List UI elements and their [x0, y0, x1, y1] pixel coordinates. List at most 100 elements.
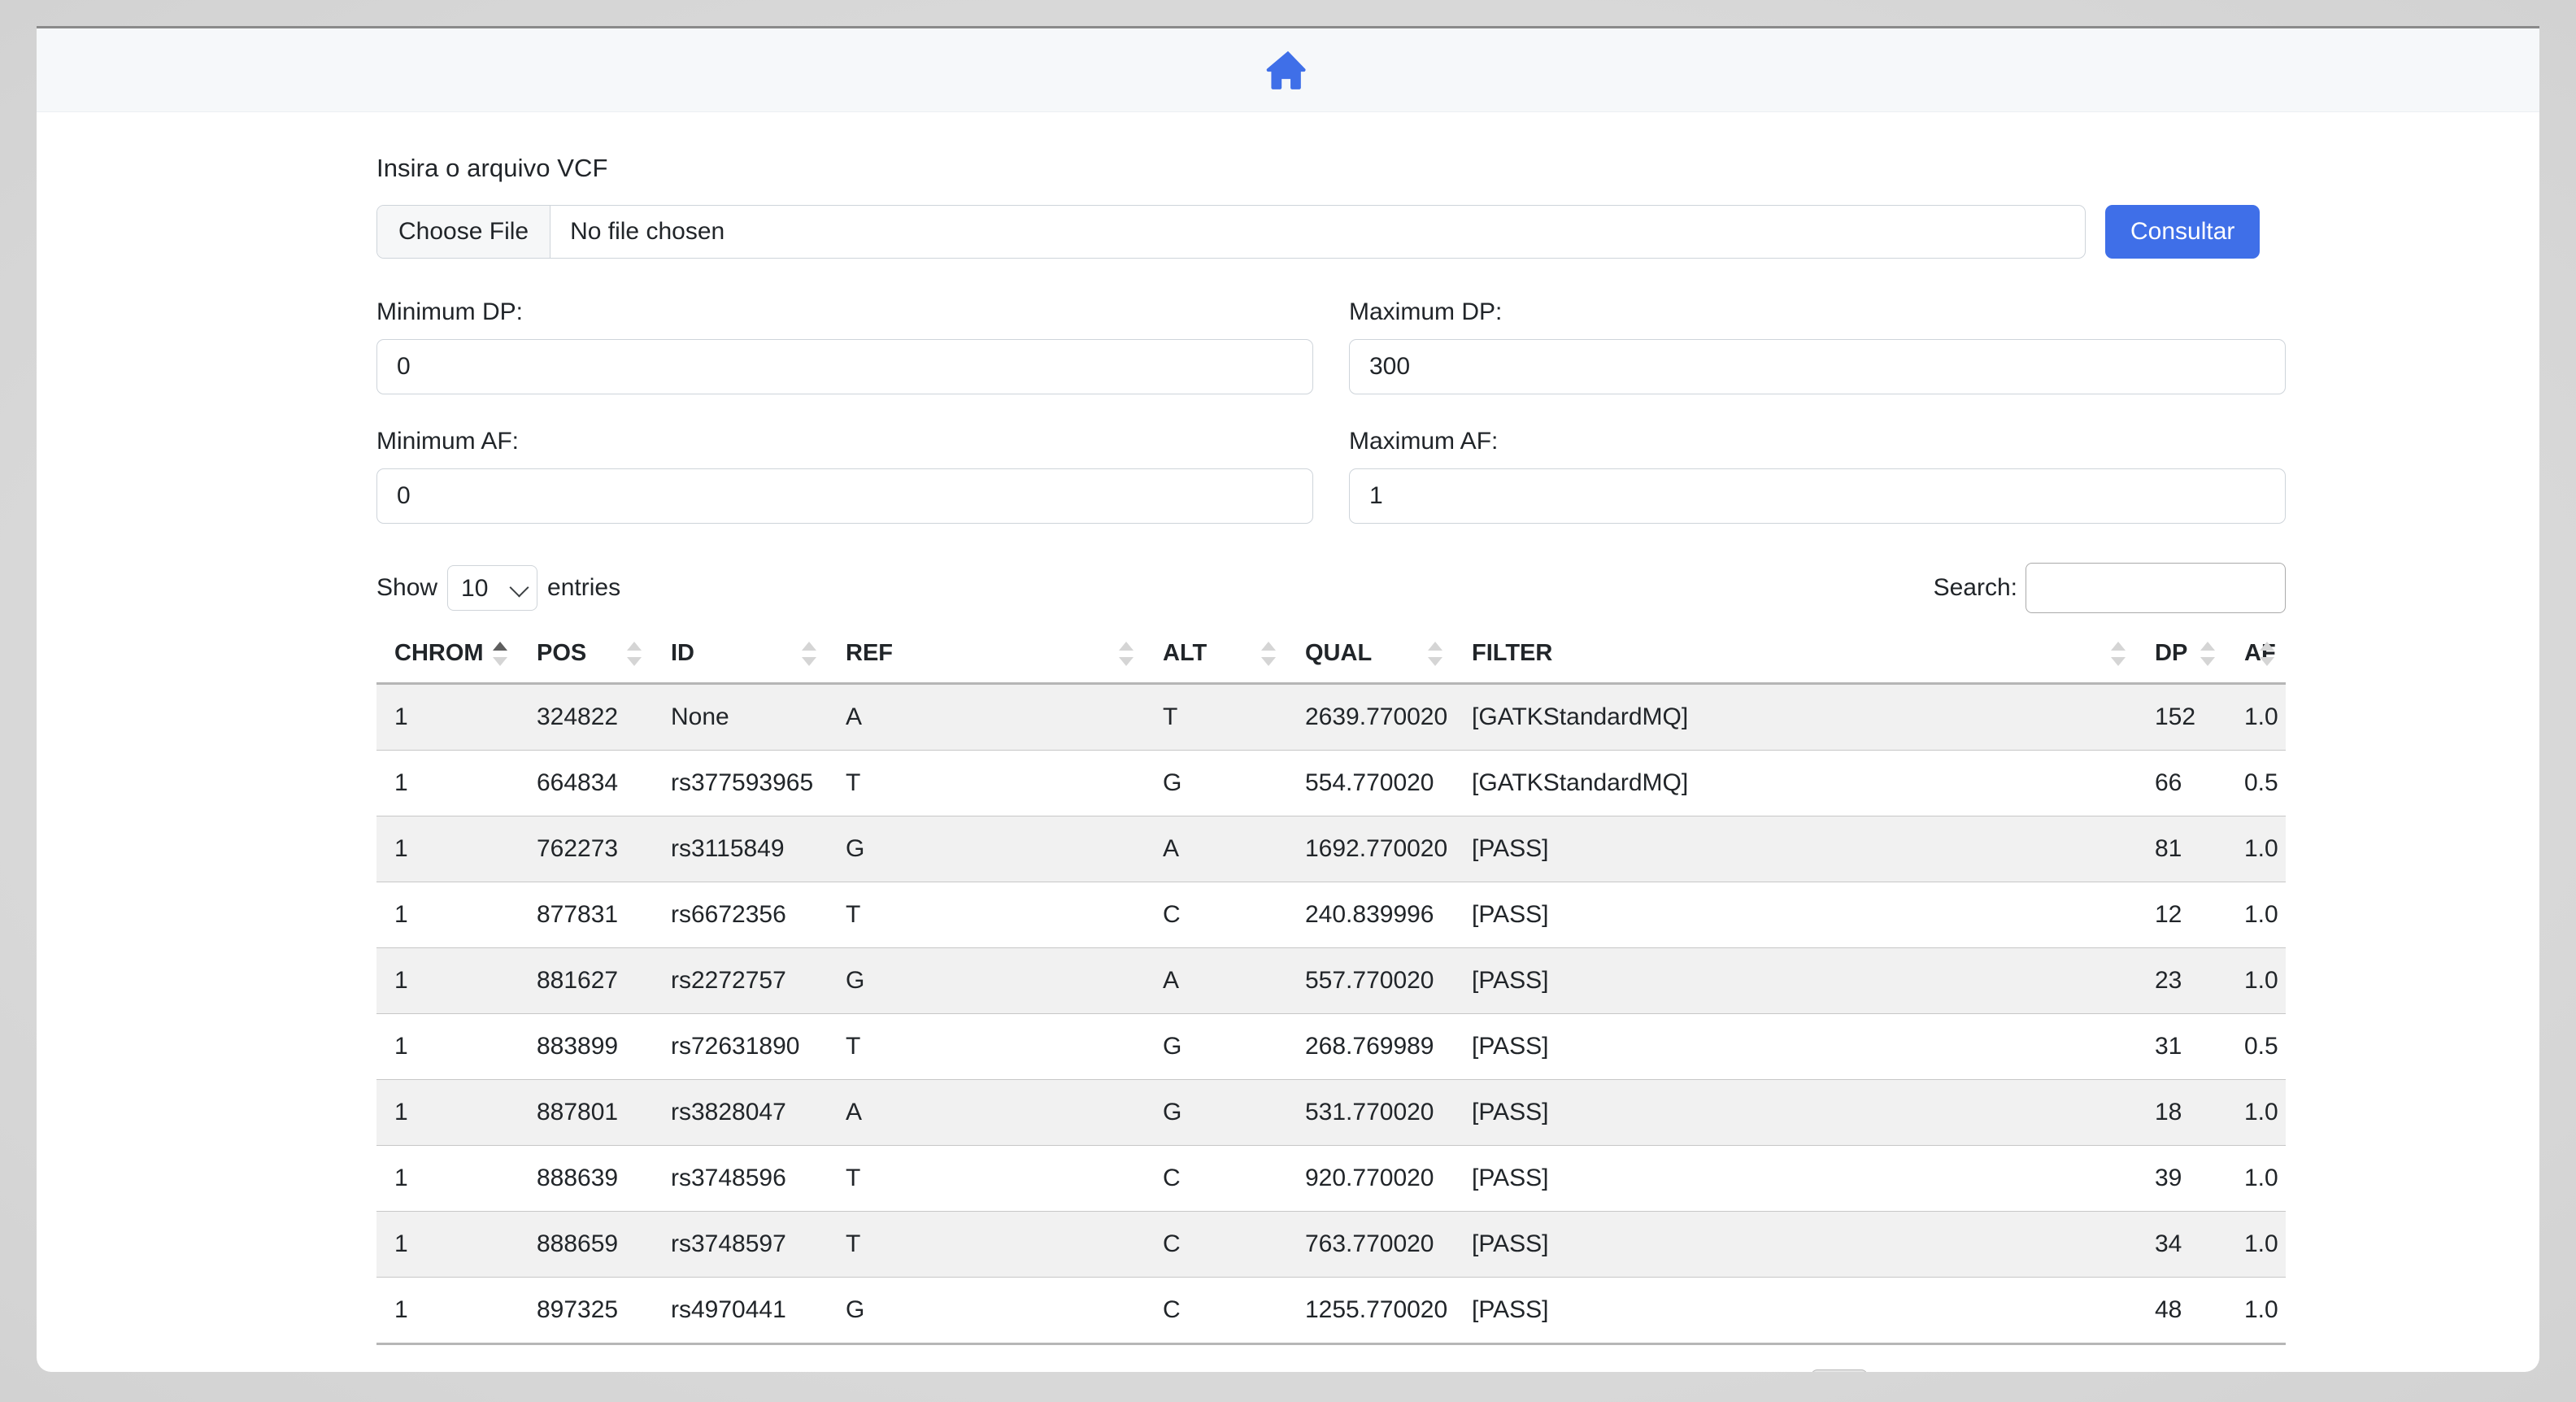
table-row[interactable]: 1 877831 rs6672356 T C 240.839996 [PASS] 12 1.0 [376, 882, 2286, 949]
cell-id: rs3748596 [653, 1145, 828, 1213]
table-row[interactable]: 1 887801 rs3828047 A G 531.770020 [PASS] 18 1.0 [376, 1079, 2286, 1147]
cell-chrom: 1 [376, 816, 519, 883]
sort-arrows-icon[interactable] [802, 640, 816, 668]
cell-dp: 66 [2137, 750, 2226, 817]
cell-dp: 48 [2137, 1277, 2226, 1346]
cell-dp: 31 [2137, 1013, 2226, 1081]
min-af-input[interactable] [376, 468, 1313, 525]
datatable-footer: Showing 1 to 10 of 500 entries Previous1… [376, 1369, 2286, 1372]
sort-arrows-icon[interactable] [1261, 640, 1276, 668]
page-length-select-wrap[interactable]: 102550100 [447, 565, 538, 612]
max-af-label: Maximum AF: [1349, 428, 1499, 455]
cell-filter: [PASS] [1454, 816, 2137, 883]
column-header-qual[interactable]: QUAL [1287, 625, 1454, 686]
cell-qual: 763.770020 [1287, 1211, 1454, 1278]
table-row[interactable]: 1 324822 None A T 2639.770020 [GATKStandardMQ]… [376, 683, 2286, 751]
sort-arrows-icon[interactable] [493, 640, 507, 668]
cell-dp: 81 [2137, 816, 2226, 883]
table-row[interactable]: 1 664834 rs377593965 T G 554.770020 [GATKStand… [376, 750, 2286, 817]
sort-arrows-icon[interactable] [2260, 640, 2274, 668]
cell-pos: 324822 [519, 683, 653, 751]
show-label: Show [376, 574, 438, 602]
cell-alt: C [1145, 1145, 1287, 1213]
column-header-ref[interactable]: REF [828, 625, 1145, 686]
cell-chrom: 1 [376, 1079, 519, 1147]
cell-id: rs3828047 [653, 1079, 828, 1147]
table-row[interactable]: 1 897325 rs4970441 G C 1255.770020 [PASS] 48 1.0 [376, 1277, 2286, 1346]
search-input[interactable] [2026, 563, 2286, 614]
cell-ref: G [828, 947, 1145, 1015]
cell-af: 1.0 [2226, 1277, 2286, 1346]
home-link[interactable] [1264, 49, 1312, 91]
column-header-id[interactable]: ID [653, 625, 828, 686]
cell-alt: G [1145, 1013, 1287, 1081]
cell-filter: [GATKStandardMQ] [1454, 683, 2137, 751]
cell-ref: T [828, 1145, 1145, 1213]
cell-pos: 888639 [519, 1145, 653, 1213]
max-dp-label: Maximum DP: [1349, 298, 1503, 326]
table-row[interactable]: 1 888639 rs3748596 T C 920.770020 [PASS] 39 1.0 [376, 1145, 2286, 1213]
main-content: Insira o arquivo VCF Choose File No file… [37, 112, 2539, 1372]
cell-af: 1.0 [2226, 947, 2286, 1015]
cell-id: rs2272757 [653, 947, 828, 1015]
column-header-dp[interactable]: DP [2137, 625, 2226, 686]
choose-file-button[interactable]: Choose File [377, 206, 551, 259]
consultar-button[interactable]: Consultar [2105, 205, 2261, 259]
max-dp-input[interactable] [1349, 339, 2286, 395]
cell-pos: 762273 [519, 816, 653, 883]
cell-filter: [PASS] [1454, 1277, 2137, 1346]
cell-af: 1.0 [2226, 1145, 2286, 1213]
cell-qual: 531.770020 [1287, 1079, 1454, 1147]
cell-alt: A [1145, 816, 1287, 883]
table-row[interactable]: 1 883899 rs72631890 T G 268.769989 [PASS] 31 0.5 [376, 1013, 2286, 1081]
table-body: 1 324822 None A T 2639.770020 [GATKStandardMQ]… [376, 683, 2286, 1346]
table-header-row: CHROM POS ID REF ALT QUAL FILTER DP AF [376, 625, 2286, 686]
table-row[interactable]: 1 881627 rs2272757 G A 557.770020 [PASS] 23 1.0 [376, 947, 2286, 1015]
pagination: Previous12345…50Next [1678, 1369, 2286, 1372]
column-header-chrom[interactable]: CHROM [376, 625, 519, 686]
cell-dp: 12 [2137, 882, 2226, 949]
cell-dp: 18 [2137, 1079, 2226, 1147]
min-dp-label: Minimum DP: [376, 298, 524, 326]
sort-arrows-icon[interactable] [1119, 640, 1134, 668]
cell-dp: 23 [2137, 947, 2226, 1015]
column-header-af[interactable]: AF [2226, 625, 2286, 686]
cell-alt: G [1145, 1079, 1287, 1147]
upload-label: Insira o arquivo VCF [376, 154, 608, 182]
cell-filter: [PASS] [1454, 1145, 2137, 1213]
cell-ref: T [828, 1013, 1145, 1081]
cell-alt: C [1145, 1211, 1287, 1278]
table-row[interactable]: 1 888659 rs3748597 T C 763.770020 [PASS] 34 1.0 [376, 1211, 2286, 1278]
pagination-page-1[interactable]: 1 [1810, 1369, 1869, 1372]
cell-af: 1.0 [2226, 816, 2286, 883]
cell-id: rs3748597 [653, 1211, 828, 1278]
sort-arrows-icon[interactable] [627, 640, 642, 668]
cell-chrom: 1 [376, 882, 519, 949]
cell-filter: [PASS] [1454, 1211, 2137, 1278]
cell-alt: C [1145, 882, 1287, 949]
page-length-select[interactable]: 102550100 [447, 565, 538, 612]
column-header-label: QUAL [1305, 640, 1373, 667]
min-dp-input[interactable] [376, 339, 1313, 395]
max-af-input[interactable] [1349, 468, 2286, 525]
entries-label: entries [547, 574, 621, 602]
cell-qual: 2639.770020 [1287, 683, 1454, 751]
cell-id: rs72631890 [653, 1013, 828, 1081]
column-header-filter[interactable]: FILTER [1454, 625, 2137, 686]
cell-pos: 664834 [519, 750, 653, 817]
cell-af: 1.0 [2226, 683, 2286, 751]
cell-filter: [PASS] [1454, 1013, 2137, 1081]
search-label: Search: [1933, 574, 2017, 602]
cell-ref: T [828, 1211, 1145, 1278]
file-input[interactable]: Choose File No file chosen [376, 205, 2086, 259]
cell-qual: 1692.770020 [1287, 816, 1454, 883]
cell-chrom: 1 [376, 1211, 519, 1278]
sort-arrows-icon[interactable] [2200, 640, 2215, 668]
sort-arrows-icon[interactable] [1428, 640, 1442, 668]
cell-filter: [PASS] [1454, 882, 2137, 949]
table-row[interactable]: 1 762273 rs3115849 G A 1692.770020 [PASS] 81 1.0 [376, 816, 2286, 883]
cell-ref: A [828, 1079, 1145, 1147]
sort-arrows-icon[interactable] [2111, 640, 2126, 668]
column-header-alt[interactable]: ALT [1145, 625, 1287, 686]
column-header-pos[interactable]: POS [519, 625, 653, 686]
